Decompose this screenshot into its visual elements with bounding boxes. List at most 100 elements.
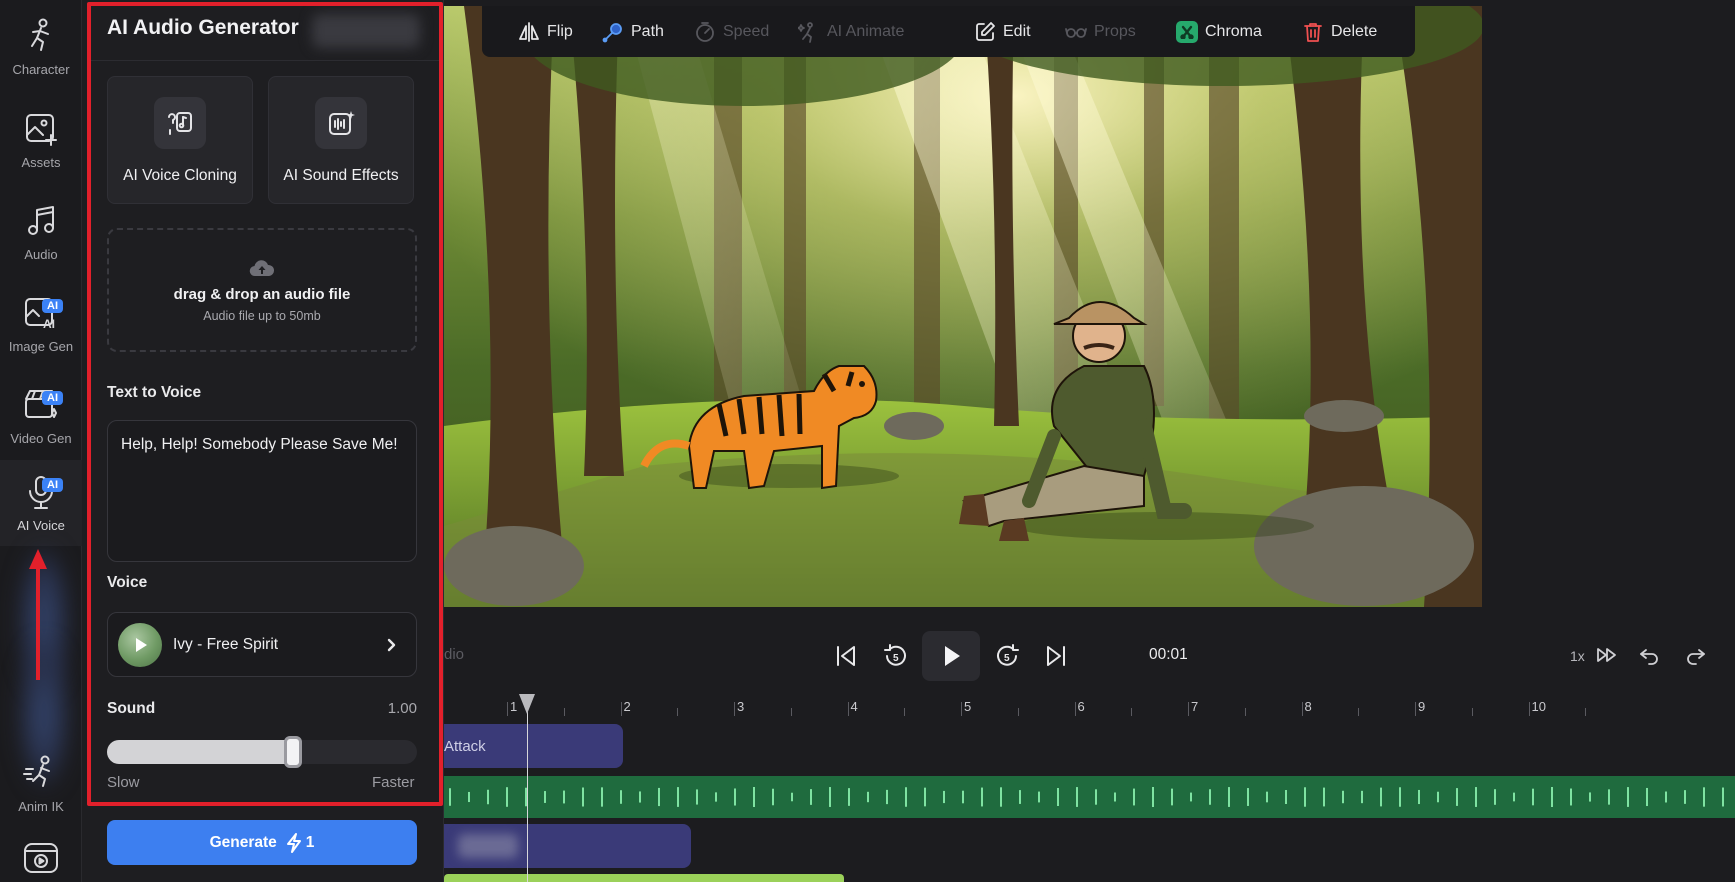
ruler-tick [1074,702,1076,716]
ruler-minor-tick [904,708,906,716]
sidebar-item-audio[interactable]: Audio [0,189,82,275]
ruler-tick-label: 6 [1077,699,1085,714]
blurred-region [458,834,518,858]
sidebar-item-video-gen[interactable]: AI Video Gen [0,373,82,459]
ai-animate-button[interactable]: AI Animate [798,6,904,57]
glasses-icon [1065,27,1087,38]
timeline-audio-track[interactable] [444,776,1735,818]
text-to-voice-label: Text to Voice [107,384,202,401]
running-figure-icon [23,755,50,787]
sidebar-item-image-gen[interactable]: AI AI Image Gen [0,281,82,367]
rewind-icon: 5 [884,644,906,666]
undo-icon [1640,649,1658,665]
red-arrow-annotation [29,549,47,680]
ruler-minor-tick [1017,708,1019,716]
card-label: AI Voice Cloning [123,167,237,184]
sidebar-item-character[interactable]: Character [0,4,82,90]
ai-voice-cloning-card[interactable]: AI Voice Cloning [107,76,253,204]
generate-button[interactable]: Generate 1 [107,820,417,865]
sound-label: Sound [107,700,156,717]
ruler-tick-label: 5 [964,699,972,714]
ruler-minor-tick [790,708,792,716]
ruler-tick [1415,702,1416,716]
slider-min-label: Slow [107,774,140,791]
speed-button[interactable]: Speed [694,6,769,57]
playhead-handle[interactable] [519,694,535,714]
voice-avatar[interactable] [118,622,162,667]
timeline-clip-attack[interactable]: Attack [444,724,623,768]
undo-button[interactable] [1634,640,1664,670]
sidebar-item-assets[interactable]: Assets [0,97,82,183]
sidebar-item-ai-voice[interactable]: AI AI Voice [0,460,82,546]
dropzone-title: drag & drop an audio file [173,285,351,303]
timeline-clip-partial[interactable] [444,874,844,882]
ai-badge: AI [42,299,63,313]
ruler-tick [961,702,962,716]
sidebar-item-anim-ik[interactable]: Anim IK [0,741,82,827]
svg-text:5: 5 [1004,653,1010,664]
forest-scene-image [444,6,1482,607]
ruler-tick [620,702,622,716]
panel-title: AI Audio Generator [107,16,299,39]
props-button[interactable]: Props [1065,6,1136,57]
text-to-voice-input[interactable] [107,420,417,562]
playback-controls: dio 5 5 00:01 1x [444,620,1735,692]
edit-button[interactable]: Edit [974,6,1031,57]
generate-label: Generate [209,833,277,851]
sound-speed-slider[interactable] [107,736,417,768]
sidebar-item-label: Audio [24,247,58,262]
ai-animate-label: AI Animate [827,22,905,40]
ruler-minor-tick [1244,708,1246,716]
ruler-tick-label: 2 [623,699,631,714]
ruler-tick-label: 9 [1418,699,1426,714]
track-name-partial: dio [444,646,465,663]
slider-thumb[interactable] [284,736,302,768]
ruler-minor-tick [1471,708,1473,716]
ruler-tick-label: 1 [510,699,518,714]
double-forward-icon [1597,648,1616,662]
ai-sound-effects-card[interactable]: AI Sound Effects [268,76,414,204]
rewind-5-button[interactable]: 5 [874,634,918,678]
forward-5-button[interactable]: 5 [985,634,1029,678]
app-window: Character Assets Audio AI AI Image Gen A… [0,0,1735,882]
scene-canvas[interactable] [444,6,1482,607]
slider-max-label: Faster [372,774,415,791]
skip-to-start-button[interactable] [824,634,868,678]
sidebar-item-label: Assets [21,155,61,170]
ruler-tick-label: 10 [1531,699,1546,714]
path-button[interactable]: Path [602,6,664,57]
timeline-clip[interactable] [444,824,691,868]
trash-icon [1304,22,1322,42]
current-time: 00:01 [1149,646,1188,663]
cloud-upload-icon [249,259,275,276]
timeline-ruler[interactable]: 1 2 3 4 5 6 7 8 9 10 [444,694,1735,716]
chroma-button[interactable]: Chroma [1176,6,1262,57]
speed-toggle-button[interactable] [1592,640,1622,670]
audio-dropzone[interactable]: drag & drop an audio file Audio file up … [107,228,417,352]
voice-selector[interactable]: Ivy - Free Spirit [107,612,417,677]
ruler-tick-label: 4 [850,699,858,714]
clip-label: Attack [444,737,486,755]
flip-label: Flip [547,22,573,40]
ruler-minor-tick [563,708,565,716]
path-label: Path [631,22,664,40]
blurred-region [312,14,420,48]
lightning-icon [286,832,301,853]
skip-end-icon [1047,646,1065,666]
redo-button[interactable] [1681,640,1711,670]
credit-count: 1 [305,833,315,851]
flip-icon [519,21,539,42]
speed-label: Speed [723,22,770,40]
ruler-tick [734,702,735,716]
flip-button[interactable]: Flip [518,6,573,57]
sidebar-item-video[interactable] [0,826,82,882]
skip-start-icon [837,646,855,666]
audio-waveform [449,787,1724,807]
timeline[interactable]: 1 2 3 4 5 6 7 8 9 10 Attack [444,694,1735,882]
playback-speed[interactable]: 1x [1570,648,1585,664]
skip-to-end-button[interactable] [1034,634,1078,678]
path-icon [602,22,622,42]
ruler-tick-label: 7 [1191,699,1199,714]
play-button[interactable] [922,631,980,681]
delete-button[interactable]: Delete [1302,6,1377,57]
